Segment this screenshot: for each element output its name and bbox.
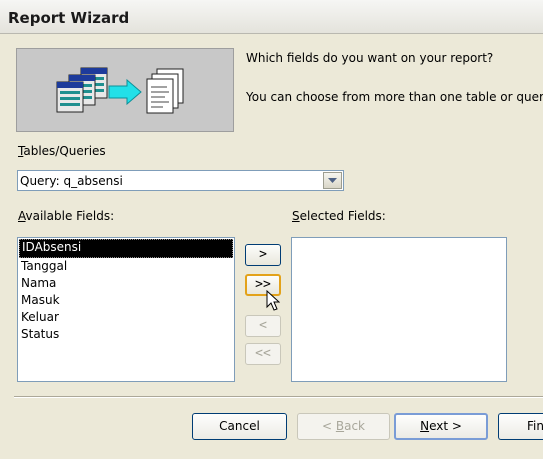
chevron-down-icon [328, 177, 337, 183]
list-item[interactable]: IDAbsensi [19, 239, 233, 258]
tables-queries-value: Query: q_absensi [20, 174, 123, 188]
list-item[interactable]: Masuk [19, 292, 233, 309]
dropdown-button[interactable] [323, 172, 342, 189]
report-wizard-illustration [16, 48, 234, 132]
next-button[interactable]: Next > [394, 413, 488, 440]
wizard-question: Which fields do you want on your report? [246, 51, 494, 65]
back-button[interactable]: < Back [297, 413, 390, 440]
available-fields-label: Available Fields: [18, 209, 115, 223]
list-item[interactable]: Keluar [19, 309, 233, 326]
title-bar: Report Wizard [0, 0, 543, 34]
list-item[interactable]: Status [19, 326, 233, 343]
footer-separator [14, 396, 543, 398]
wizard-hint: You can choose from more than one table … [246, 90, 543, 104]
selected-fields-label: Selected Fields: [292, 209, 386, 223]
finish-button[interactable]: Fin [498, 413, 543, 440]
window-title: Report Wizard [8, 9, 130, 27]
tables-to-report-icon [56, 67, 184, 114]
available-fields-list[interactable]: IDAbsensi Tanggal Nama Masuk Keluar Stat… [17, 237, 235, 382]
list-item[interactable]: Nama [19, 275, 233, 292]
selected-fields-list[interactable] [291, 237, 507, 382]
tables-queries-label: Tables/Queries [18, 144, 106, 158]
tables-queries-dropdown[interactable]: Query: q_absensi [17, 170, 344, 191]
cancel-button[interactable]: Cancel [192, 413, 287, 440]
list-item[interactable]: Tanggal [19, 258, 233, 275]
mouse-pointer-icon [266, 290, 280, 311]
remove-all-fields-button[interactable]: << [245, 343, 281, 365]
add-field-button[interactable]: > [245, 244, 281, 266]
remove-field-button[interactable]: < [245, 315, 281, 337]
